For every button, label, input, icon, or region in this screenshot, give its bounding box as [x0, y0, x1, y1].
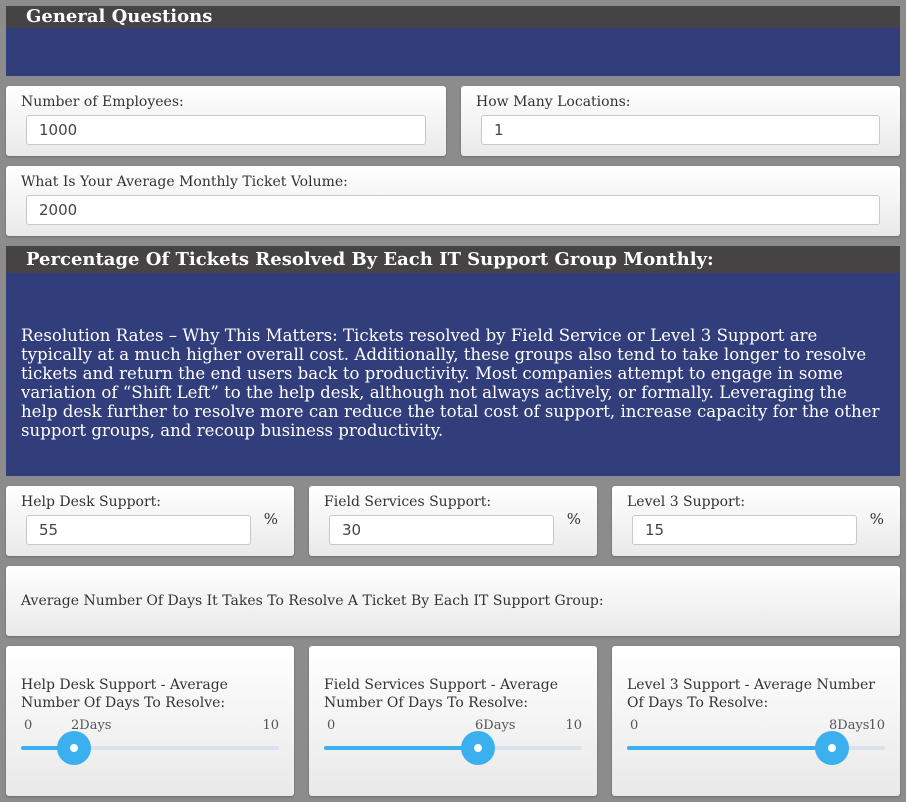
- level3-days-slider[interactable]: [627, 731, 885, 765]
- level3-days-scale: 0 8Days 10: [627, 718, 885, 734]
- ticket-volume-input[interactable]: 2000: [26, 195, 880, 225]
- slider-max-label: 10: [262, 718, 279, 733]
- resolution-rates-text: Resolution Rates – Why This Matters: Tic…: [21, 326, 880, 440]
- employees-label: Number of Employees:: [21, 94, 184, 110]
- help-desk-percent-input[interactable]: 55: [26, 515, 251, 545]
- slider-min-label: 0: [327, 718, 336, 733]
- level3-days-label: Level 3 Support - Average Number Of Days…: [627, 677, 875, 711]
- general-questions-panel: [6, 28, 900, 76]
- slider-max-label: 10: [868, 718, 885, 733]
- field-services-days-card: Field Services Support - Average Number …: [309, 646, 597, 796]
- employees-card: Number of Employees: 1000: [6, 86, 446, 156]
- locations-label: How Many Locations:: [476, 94, 631, 110]
- resolution-rates-panel: Resolution Rates – Why This Matters: Tic…: [6, 273, 900, 476]
- slider-min-label: 0: [24, 718, 33, 733]
- locations-input[interactable]: 1: [481, 115, 880, 145]
- ticket-volume-card: What Is Your Average Monthly Ticket Volu…: [6, 166, 900, 236]
- field-services-percent-symbol: %: [566, 510, 581, 528]
- slider-thumb[interactable]: [815, 731, 849, 765]
- employees-input[interactable]: 1000: [26, 115, 426, 145]
- help-desk-percent-card: Help Desk Support: 55 %: [6, 486, 294, 556]
- general-questions-header: General Questions: [6, 6, 900, 28]
- help-desk-days-label: Help Desk Support - Average Number Of Da…: [21, 677, 228, 711]
- level3-percent-label: Level 3 Support:: [627, 494, 746, 510]
- level3-percent-symbol: %: [869, 510, 884, 528]
- slider-thumb[interactable]: [57, 731, 91, 765]
- level3-days-card: Level 3 Support - Average Number Of Days…: [612, 646, 900, 796]
- slider-min-label: 0: [630, 718, 639, 733]
- slider-fill: [324, 746, 478, 750]
- ticket-volume-label: What Is Your Average Monthly Ticket Volu…: [21, 174, 348, 190]
- level3-percent-card: Level 3 Support: 15 %: [612, 486, 900, 556]
- help-desk-days-card: Help Desk Support - Average Number Of Da…: [6, 646, 294, 796]
- help-desk-days-scale: 0 2Days 10: [21, 718, 279, 734]
- locations-card: How Many Locations: 1: [461, 86, 900, 156]
- days-heading: Average Number Of Days It Takes To Resol…: [21, 593, 604, 609]
- help-desk-percent-label: Help Desk Support:: [21, 494, 162, 510]
- field-services-days-slider[interactable]: [324, 731, 582, 765]
- field-services-percent-card: Field Services Support: 30 %: [309, 486, 597, 556]
- help-desk-percent-symbol: %: [263, 510, 278, 528]
- slider-thumb[interactable]: [461, 731, 495, 765]
- help-desk-days-slider[interactable]: [21, 731, 279, 765]
- slider-max-label: 10: [565, 718, 582, 733]
- percentage-header: Percentage Of Tickets Resolved By Each I…: [6, 246, 900, 273]
- field-services-percent-input[interactable]: 30: [329, 515, 554, 545]
- field-services-percent-label: Field Services Support:: [324, 494, 492, 510]
- days-heading-card: Average Number Of Days It Takes To Resol…: [6, 566, 900, 636]
- level3-percent-input[interactable]: 15: [632, 515, 857, 545]
- field-services-days-label: Field Services Support - Average Number …: [324, 677, 559, 711]
- field-services-days-scale: 0 6Days 10: [324, 718, 582, 734]
- slider-fill: [627, 746, 832, 750]
